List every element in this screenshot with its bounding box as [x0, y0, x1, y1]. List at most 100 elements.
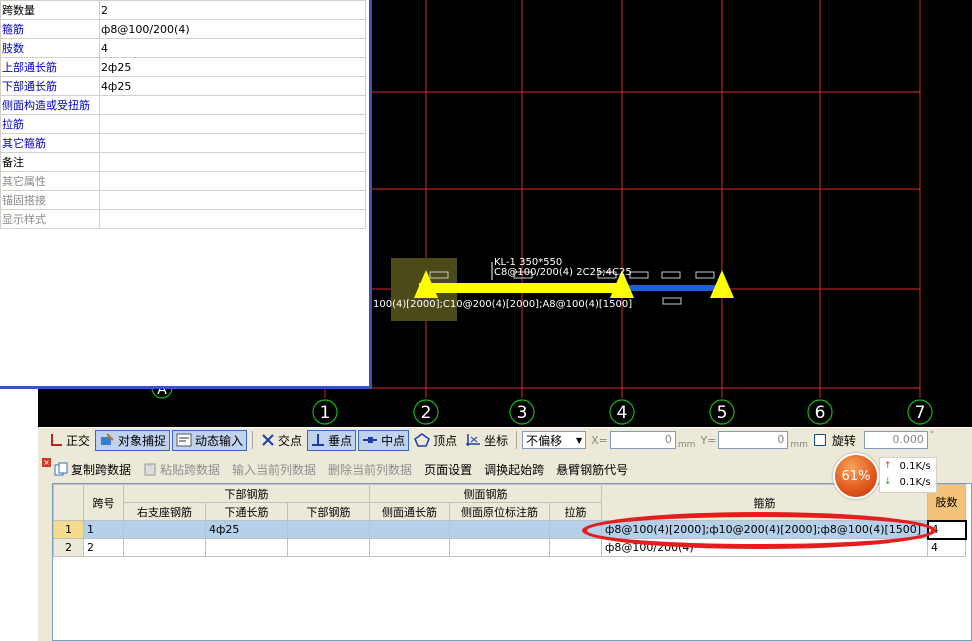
object-snap-button[interactable]: 对象捕捉	[95, 429, 171, 451]
property-row[interactable]: 下部通长筋 4ф25	[0, 76, 367, 96]
legs-cell[interactable]: 4	[927, 538, 966, 557]
tie-bar-header[interactable]: 拉筋	[549, 502, 602, 521]
property-row[interactable]: 跨数量 2	[0, 0, 367, 20]
network-usage-ball[interactable]: 61%	[833, 453, 879, 499]
swap-start-span-button[interactable]: 调换起始跨	[484, 461, 544, 478]
property-name: 侧面构造或受扭筋	[0, 95, 100, 115]
snap-toolbar: 正交 对象捕捉 动态输入 交点 垂点 中点 顶点 坐标 不偏移 ▼ X= 0 m…	[40, 427, 972, 452]
side-in-situ-cell[interactable]	[449, 538, 550, 557]
vertex-snap-button[interactable]: 顶点	[411, 430, 460, 451]
offset-mode-value: 不偏移	[526, 433, 563, 448]
annotation-ellipse	[582, 512, 936, 549]
property-name: 肢数	[0, 38, 100, 58]
intersection-snap-button[interactable]: 交点	[258, 430, 305, 451]
property-row[interactable]: 侧面构造或受扭筋	[0, 95, 367, 115]
row-number[interactable]: 1	[53, 520, 84, 539]
property-value[interactable]: ф8@100/200(4)	[98, 19, 367, 39]
property-row[interactable]: 拉筋	[0, 114, 367, 134]
bottom-rebar-cell[interactable]	[287, 538, 370, 557]
perpendicular-snap-button[interactable]: 垂点	[307, 429, 357, 451]
span-cell[interactable]: 2	[83, 538, 124, 557]
side-in-situ-header[interactable]: 侧面原位标注筋	[449, 502, 550, 521]
midpoint-snap-button[interactable]: 中点	[358, 429, 410, 451]
property-value[interactable]	[98, 114, 367, 134]
bottom-rebar-sub-header[interactable]: 下部钢筋	[287, 502, 370, 521]
object-snap-label: 对象捕捉	[118, 433, 167, 448]
property-row[interactable]: 上部通长筋 2ф25	[0, 57, 367, 77]
property-row[interactable]: 备注	[0, 152, 367, 172]
side-through-cell[interactable]	[369, 520, 450, 539]
dropdown-arrow-icon: ▼	[575, 435, 583, 445]
side-through-cell[interactable]	[369, 538, 450, 557]
property-value[interactable]	[98, 209, 367, 229]
property-row[interactable]: 其它箍筋	[0, 133, 367, 153]
rotate-angle-input[interactable]: 0.000	[863, 431, 928, 449]
cantilever-code-label: 悬臂钢筋代号	[556, 462, 629, 477]
download-arrow-icon: ↓	[884, 477, 892, 487]
toolbar-separator	[516, 431, 518, 449]
right-support-cell[interactable]	[123, 520, 206, 539]
side-through-header[interactable]: 侧面通长筋	[369, 502, 450, 521]
paste-span-button[interactable]: 粘贴跨数据	[143, 461, 220, 478]
property-row[interactable]: 肢数 4	[0, 38, 367, 58]
property-row[interactable]: 其它属性	[0, 171, 367, 191]
rotate-checkbox[interactable]	[813, 434, 826, 446]
property-value[interactable]: 2ф25	[98, 57, 367, 77]
cantilever-code-button[interactable]: 悬臂钢筋代号	[556, 461, 628, 478]
property-row[interactable]: 显示样式	[0, 209, 367, 229]
network-speed-widget[interactable]: 61% ↑ 0.1K/s ↓ 0.1K/s	[830, 452, 940, 499]
snap-icon	[101, 433, 114, 445]
axis-grid-lines	[372, 0, 921, 398]
offset-mode-select[interactable]: 不偏移 ▼	[522, 431, 587, 449]
property-value[interactable]	[98, 152, 367, 172]
x-coordinate-input[interactable]: 0	[609, 431, 676, 449]
bottom-through-cell[interactable]: 4ф25	[205, 520, 288, 539]
property-value[interactable]	[98, 133, 367, 153]
property-panel: 跨数量 2 箍筋 ф8@100/200(4) 肢数 4 上部通长筋 2ф25 下部通长筋 4ф25…	[0, 0, 372, 389]
property-row[interactable]: 锚固搭接	[0, 190, 367, 210]
input-column-label: 输入当前列数据	[232, 462, 317, 477]
input-column-button[interactable]: 输入当前列数据	[232, 461, 316, 478]
axis-label-2: 2	[421, 403, 432, 423]
table-toolbar: 复制跨数据 粘贴跨数据 输入当前列数据 删除当前列数据 页面设置 调换起始跨 悬…	[54, 460, 628, 478]
property-value[interactable]	[98, 190, 367, 210]
property-value[interactable]	[98, 95, 367, 115]
tie-bar-cell[interactable]	[549, 538, 602, 557]
beam-stirrup-text: 100(4)[2000];C10@200(4)[2000];A8@100(4)[…	[373, 299, 632, 310]
delete-column-button[interactable]: 删除当前列数据	[328, 461, 412, 478]
row-number[interactable]: 2	[53, 538, 84, 557]
coordinate-icon	[466, 434, 481, 446]
property-value[interactable]	[98, 171, 367, 191]
network-speed-box: ↑ 0.1K/s ↓ 0.1K/s	[879, 457, 937, 493]
intersection-icon	[262, 434, 274, 446]
side-in-situ-cell[interactable]	[449, 520, 550, 539]
dynamic-input-button[interactable]: 动态输入	[172, 429, 248, 451]
bottom-through-cell[interactable]	[205, 538, 288, 557]
y-unit: mm	[790, 440, 808, 450]
y-coordinate-input[interactable]: 0	[718, 431, 789, 449]
vertex-label: 顶点	[433, 433, 458, 448]
span-cell[interactable]: 1	[83, 520, 124, 539]
right-support-header[interactable]: 右支座钢筋	[123, 502, 206, 521]
property-name: 锚固搭接	[0, 190, 100, 210]
property-row[interactable]: 箍筋 ф8@100/200(4)	[0, 19, 367, 39]
intersection-label: 交点	[278, 433, 303, 448]
rebar-grid[interactable]: 跨号 下部钢筋 侧面钢筋 箍筋 肢数 右支座钢筋 下通长筋 下部钢筋 侧面通长筋…	[52, 483, 972, 641]
property-value[interactable]: 2	[98, 0, 367, 20]
page-setup-button[interactable]: 页面设置	[424, 461, 472, 478]
property-value[interactable]: 4	[98, 38, 367, 58]
property-name: 跨数量	[0, 0, 100, 20]
property-value[interactable]: 4ф25	[98, 76, 367, 96]
coordinate-snap-button[interactable]: 坐标	[462, 430, 511, 451]
midpoint-label: 中点	[381, 433, 406, 448]
copy-span-button[interactable]: 复制跨数据	[54, 461, 131, 478]
close-icon[interactable]: ×	[42, 458, 51, 467]
ortho-button[interactable]: 正交	[46, 430, 93, 451]
paste-span-label: 粘贴跨数据	[160, 462, 221, 477]
right-support-cell[interactable]	[123, 538, 206, 557]
property-name: 箍筋	[0, 19, 100, 39]
bottom-through-header[interactable]: 下通长筋	[205, 502, 288, 521]
bottom-rebar-cell[interactable]	[287, 520, 370, 539]
property-name: 其它属性	[0, 171, 100, 191]
span-no-header[interactable]: 跨号	[83, 484, 124, 521]
